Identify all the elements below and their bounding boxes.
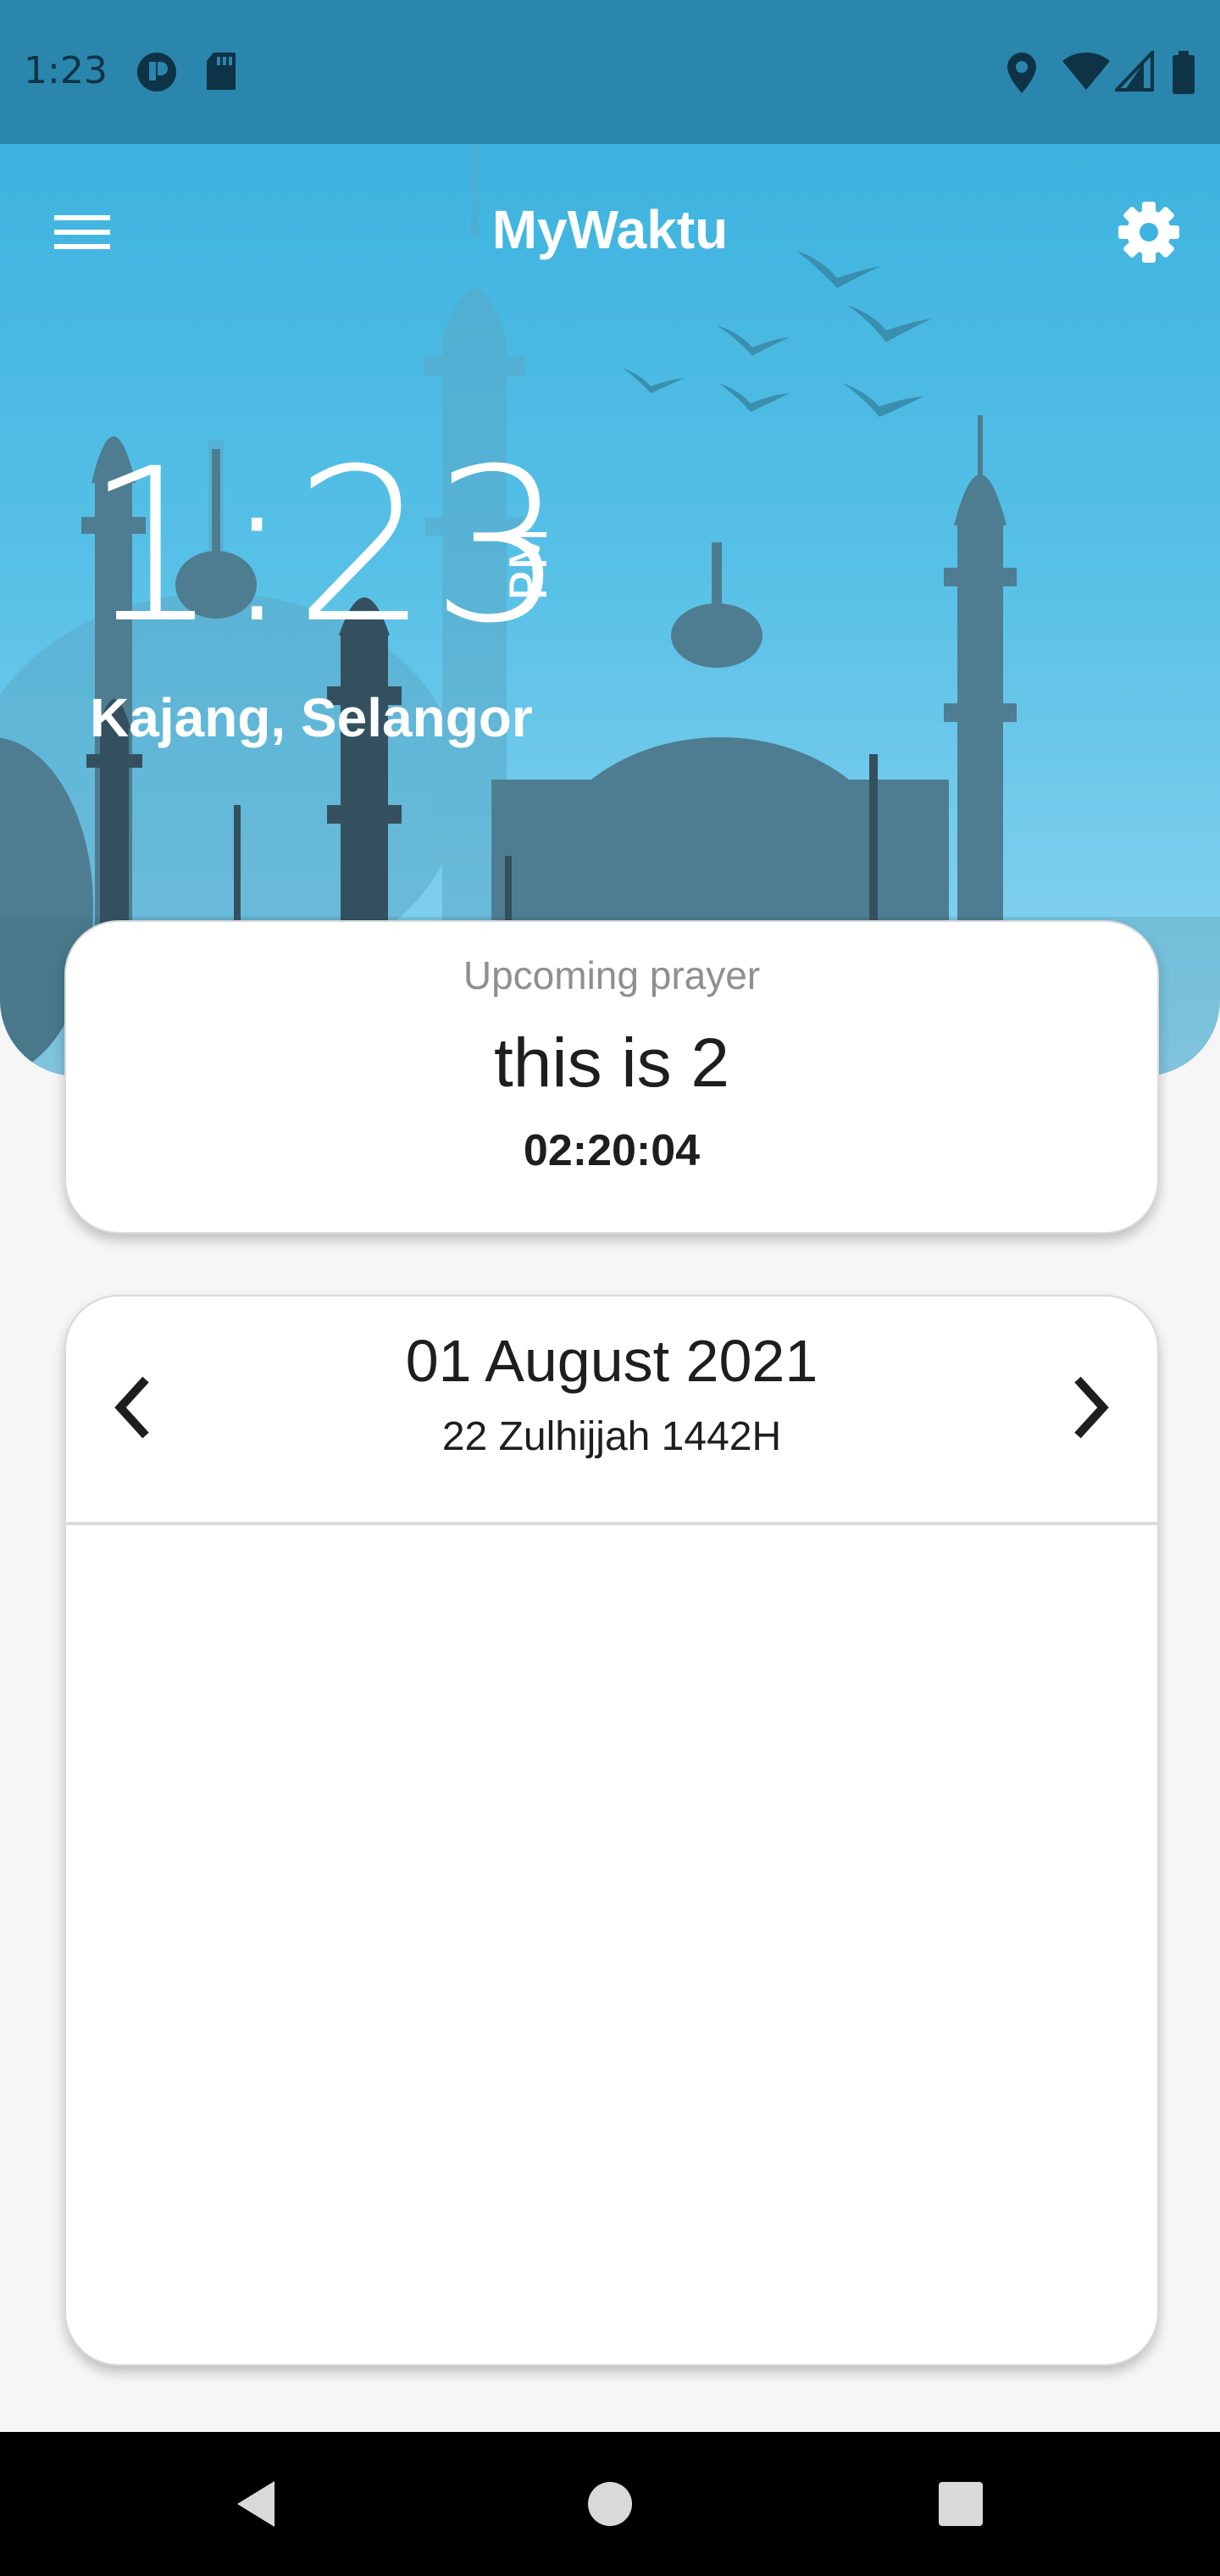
current-time: 1:23	[85, 423, 568, 669]
sd-card-icon	[207, 53, 236, 90]
chevron-right-icon[interactable]	[1066, 1369, 1117, 1446]
hijri-date: 22 Zulhijjah 1442H	[441, 1414, 782, 1459]
gregorian-date: 01 August 2021	[405, 1328, 818, 1394]
prayer-times-list	[66, 1525, 1157, 2356]
gear-icon[interactable]	[1117, 200, 1181, 264]
notification-icon	[137, 53, 176, 92]
battery-icon	[1173, 51, 1195, 94]
prayer-times-card: 01 August 2021 22 Zulhijjah 1442H	[64, 1295, 1159, 2366]
status-bar: 1:23	[0, 0, 1220, 144]
date-navigator: 01 August 2021 22 Zulhijjah 1442H	[66, 1296, 1157, 1525]
upcoming-prayer-name: this is 2	[494, 1024, 729, 1102]
location-label: Kajang, Selangor	[90, 687, 533, 748]
recents-icon[interactable]	[937, 2474, 984, 2534]
back-icon[interactable]	[230, 2474, 281, 2534]
signal-icon	[1115, 51, 1154, 92]
home-icon[interactable]	[586, 2474, 634, 2534]
location-icon	[1007, 53, 1036, 93]
am-pm-indicator: PM	[500, 527, 559, 602]
upcoming-prayer-label: Upcoming prayer	[463, 953, 761, 997]
system-navigation-bar	[0, 2432, 1220, 2576]
countdown-timer: 02:20:04	[523, 1126, 701, 1175]
app-title: MyWaktu	[491, 199, 729, 260]
upcoming-prayer-card: Upcoming prayer this is 2 02:20:04	[64, 920, 1159, 1234]
wifi-icon	[1062, 52, 1110, 90]
status-time: 1:23	[24, 49, 108, 92]
